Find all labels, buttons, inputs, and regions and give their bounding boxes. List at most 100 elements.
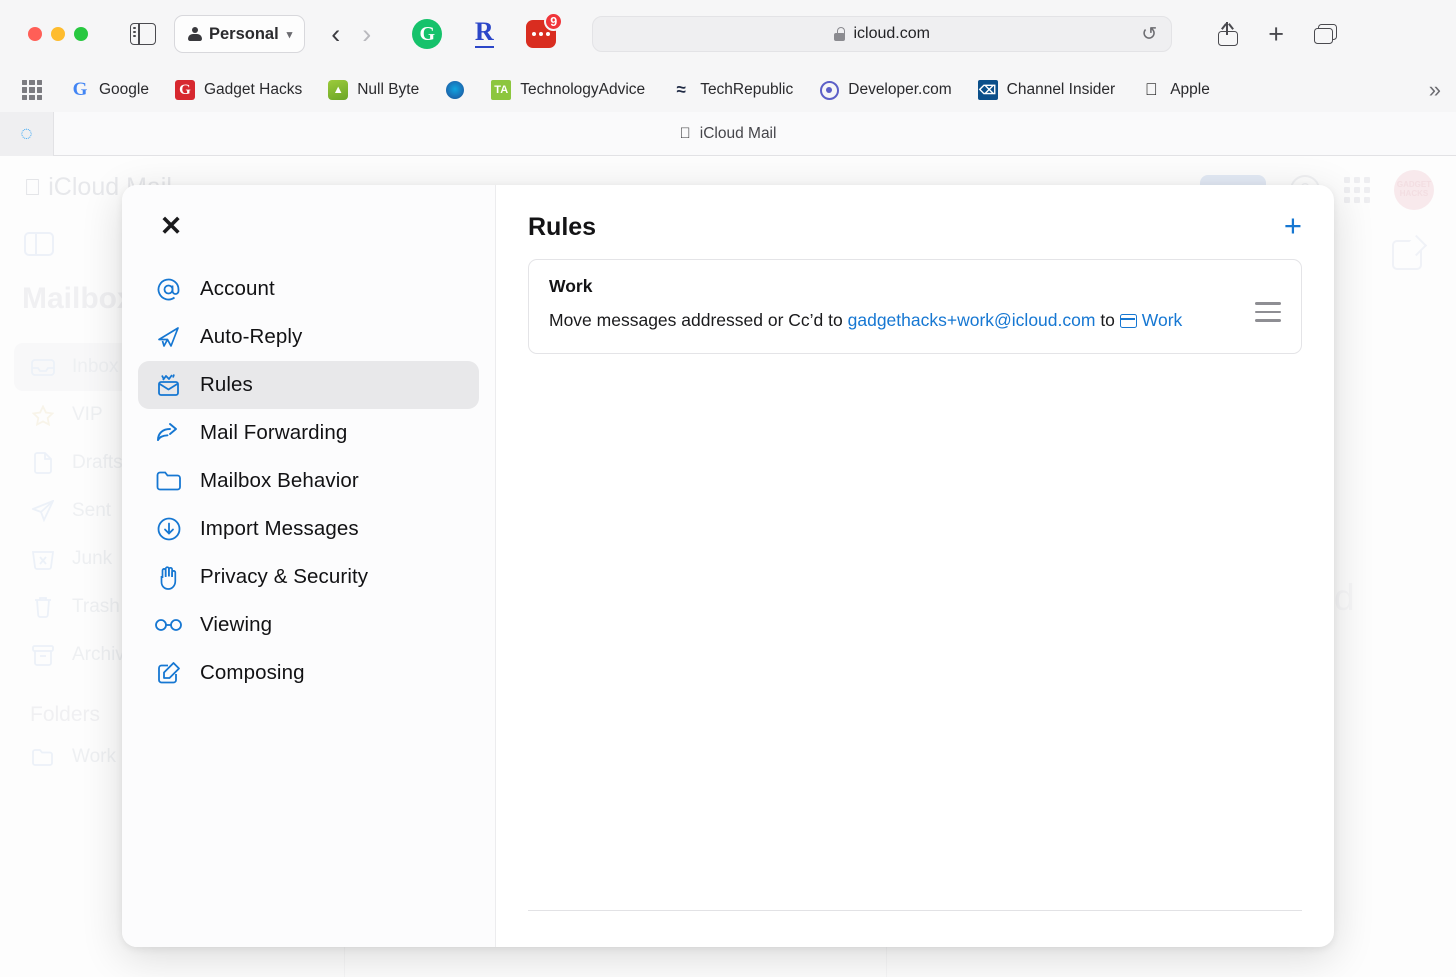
hand-raised-icon	[155, 565, 182, 590]
apps-grid-icon[interactable]	[22, 80, 42, 100]
sidebar-item-privacy-security[interactable]: Privacy & Security	[138, 553, 479, 601]
bookmark-wonderhowto[interactable]	[445, 80, 465, 100]
bookmark-label: Google	[99, 81, 149, 98]
glasses-icon	[155, 613, 182, 637]
bookmark-label: TechnologyAdvice	[520, 81, 646, 98]
rule-content: Work Move messages addressed or Cc’d to …	[549, 276, 1241, 335]
bookmark-google[interactable]: G Google	[70, 79, 149, 100]
channel-insider-favicon: ⌫	[977, 80, 998, 100]
forward-arrow-icon	[155, 421, 182, 445]
sidebar-item-account[interactable]: Account	[138, 265, 479, 313]
bookmarks-bar: G Google G Gadget Hacks ▲ Null Byte TA T…	[0, 68, 1456, 112]
sidebar-item-mailbox-behavior[interactable]: Mailbox Behavior	[138, 457, 479, 505]
tab-title-group:  iCloud Mail	[0, 125, 1456, 143]
profile-label: Personal	[209, 24, 279, 43]
sidebar-item-import-messages[interactable]: Import Messages	[138, 505, 479, 553]
chevron-down-icon: ▾	[286, 28, 293, 41]
bookmark-technologyadvice[interactable]: TA TechnologyAdvice	[491, 80, 645, 100]
panel-bottom-divider	[528, 910, 1302, 911]
sidebar-toggle-icon[interactable]	[130, 23, 156, 45]
null-byte-favicon: ▲	[328, 80, 349, 100]
extension-badge-count: 9	[544, 12, 564, 31]
bookmark-channel-insider[interactable]: ⌫ Channel Insider	[977, 80, 1116, 100]
sidebar-item-label: Viewing	[200, 613, 273, 636]
bookmark-apple[interactable]:  Apple	[1141, 80, 1210, 100]
reload-icon[interactable]: ↺	[1141, 25, 1157, 44]
sidebar-item-composing[interactable]: Composing	[138, 649, 479, 697]
rule-address-link[interactable]: gadgethacks+work@icloud.com	[848, 310, 1096, 330]
rule-desc-middle: to	[1095, 310, 1120, 330]
sidebar-item-label: Rules	[200, 373, 253, 396]
tab-overview-icon[interactable]	[1314, 23, 1338, 45]
lock-icon	[834, 27, 846, 41]
close-window-button[interactable]	[28, 27, 42, 41]
developer-com-favicon	[819, 80, 839, 100]
tab-strip: ◌  iCloud Mail	[0, 111, 1456, 156]
person-icon	[187, 26, 202, 42]
sidebar-item-mail-forwarding[interactable]: Mail Forwarding	[138, 409, 479, 457]
add-rule-button[interactable]: +	[1284, 210, 1302, 241]
sidebar-item-label: Import Messages	[200, 517, 359, 540]
bookmark-label: Channel Insider	[1006, 81, 1116, 98]
grammarly-extension-icon[interactable]: G	[411, 18, 443, 50]
folder-icon	[1119, 314, 1137, 328]
address-bar[interactable]: icloud.com ↺	[592, 16, 1173, 52]
rule-description: Move messages addressed or Cc’d to gadge…	[549, 305, 1241, 335]
share-icon[interactable]	[1218, 22, 1239, 46]
sidebar-item-viewing[interactable]: Viewing	[138, 601, 479, 649]
techrepublic-favicon: ≈	[676, 80, 686, 99]
bookmark-label: Apple	[1170, 81, 1210, 98]
toolbar-right-icons: +	[1218, 20, 1338, 48]
drag-handle[interactable]	[1255, 302, 1281, 322]
safari-toolbar: Personal ▾ ‹ › G R 9 icloud.com ↺ +	[0, 0, 1456, 68]
settings-panel-rules: Rules + Work Move messages addressed or …	[496, 185, 1334, 947]
bookmark-label: Developer.com	[848, 81, 952, 98]
rules-envelope-icon	[155, 373, 182, 397]
sidebar-item-label: Auto-Reply	[200, 325, 303, 348]
sidebar-item-label: Mailbox Behavior	[200, 469, 359, 492]
bookmarks-overflow-icon[interactable]: »	[1429, 77, 1441, 103]
folder-icon	[155, 469, 182, 493]
rule-row[interactable]: Work Move messages addressed or Cc’d to …	[528, 259, 1302, 355]
bookmark-techrepublic[interactable]: ≈ TechRepublic	[671, 80, 794, 100]
settings-nav-list: Account Auto-Reply Rules Mail Forwarding	[138, 265, 479, 697]
bookmark-null-byte[interactable]: ▲ Null Byte	[328, 80, 419, 100]
maximize-window-button[interactable]	[74, 27, 88, 41]
navigation-arrows: ‹ ›	[331, 20, 371, 48]
sidebar-item-label: Mail Forwarding	[200, 421, 348, 444]
at-sign-icon	[155, 277, 182, 301]
new-tab-icon[interactable]: +	[1268, 20, 1284, 48]
sidebar-item-auto-reply[interactable]: Auto-Reply	[138, 313, 479, 361]
download-circle-icon	[155, 517, 182, 541]
forward-button[interactable]: ›	[362, 20, 371, 48]
apple-logo-icon: 	[680, 125, 691, 142]
sidebar-item-label: Account	[200, 277, 275, 300]
mail-settings-modal: ✕ Account Auto-Reply Rules Mail Forwardi…	[122, 185, 1334, 947]
rule-name: Work	[549, 276, 593, 296]
rule-folder-link[interactable]: Work	[1142, 310, 1183, 330]
sidebar-item-rules[interactable]: Rules	[138, 361, 479, 409]
browser-window: Personal ▾ ‹ › G R 9 icloud.com ↺ + G Go…	[0, 0, 1456, 977]
bookmark-label: Gadget Hacks	[203, 81, 303, 98]
compose-pencil-icon	[155, 661, 182, 685]
bookmark-gadget-hacks[interactable]: G Gadget Hacks	[174, 80, 303, 100]
rule-desc-prefix: Move messages addressed or Cc’d to	[549, 310, 848, 330]
page-title: Rules	[528, 213, 597, 241]
wonderhowto-favicon	[445, 80, 465, 100]
minimize-window-button[interactable]	[51, 27, 65, 41]
readwise-extension-icon[interactable]: R	[468, 18, 500, 50]
extension-icons: G R 9	[411, 12, 564, 50]
sidebar-item-label: Composing	[200, 661, 305, 684]
close-icon[interactable]: ✕	[154, 209, 188, 243]
profile-button[interactable]: Personal ▾	[174, 15, 306, 53]
apple-favicon: 	[1141, 80, 1161, 100]
google-favicon: G	[72, 79, 88, 100]
password-extension-icon[interactable]: 9	[525, 12, 564, 50]
tab-title: iCloud Mail	[694, 124, 777, 142]
back-button[interactable]: ‹	[331, 20, 340, 48]
bookmark-developer-com[interactable]: Developer.com	[819, 80, 952, 100]
technologyadvice-favicon: TA	[491, 80, 512, 100]
paper-plane-icon	[155, 325, 182, 349]
bookmark-label: TechRepublic	[700, 81, 794, 98]
bookmark-label: Null Byte	[357, 81, 420, 98]
